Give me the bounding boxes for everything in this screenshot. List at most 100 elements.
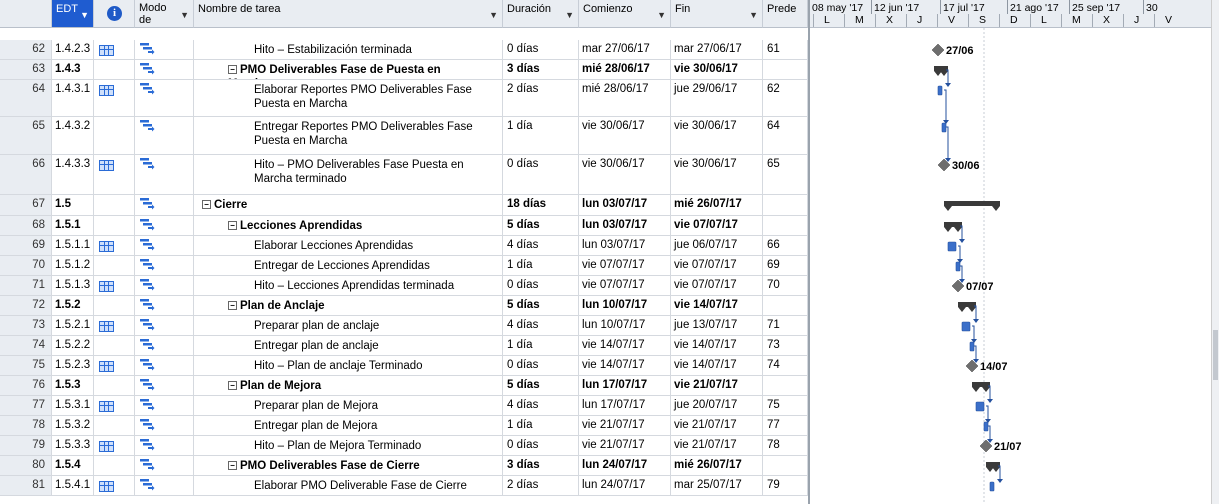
start-cell[interactable]: lun 17/07/17 <box>579 376 671 395</box>
start-cell[interactable]: mié 28/06/17 <box>579 60 671 79</box>
table-row[interactable]: 73 1.5.2.1 Preparar plan de anclaje 4 días l… <box>0 316 808 336</box>
duration-cell[interactable]: 18 días <box>503 195 579 215</box>
start-cell[interactable]: vie 14/07/17 <box>579 336 671 355</box>
edt-cell[interactable]: 1.5.1.1 <box>52 236 114 255</box>
task-name-cell[interactable]: Elaborar Lecciones Aprendidas <box>194 236 503 255</box>
predecessor-cell[interactable]: 73 <box>763 336 808 355</box>
duration-cell[interactable]: 2 días <box>503 476 579 495</box>
mode-cell[interactable] <box>135 236 194 255</box>
duration-cell[interactable]: 4 días <box>503 236 579 255</box>
vertical-scrollbar[interactable] <box>1211 0 1219 504</box>
row-number[interactable]: 79 <box>0 436 52 455</box>
finish-cell[interactable]: vie 21/07/17 <box>671 436 763 455</box>
chevron-down-icon[interactable]: ▼ <box>565 10 574 20</box>
task-name-cell[interactable]: Hito – PMO Deliverables Fase Puesta en M… <box>194 155 503 194</box>
duration-cell[interactable]: 0 días <box>503 356 579 375</box>
task-name-cell[interactable]: Preparar plan de Mejora <box>194 396 503 415</box>
start-cell[interactable]: lun 03/07/17 <box>579 216 671 235</box>
task-name-cell[interactable]: Hito – Lecciones Aprendidas terminada <box>194 276 503 295</box>
column-header-indicators[interactable]: i <box>94 0 135 28</box>
indicator-cell[interactable] <box>94 40 135 59</box>
mode-cell[interactable] <box>135 216 194 235</box>
table-row[interactable]: 69 1.5.1.1 Elaborar Lecciones Aprendidas 4 … <box>0 236 808 256</box>
indicator-cell[interactable] <box>94 117 135 154</box>
start-cell[interactable]: mié 28/06/17 <box>579 80 671 116</box>
predecessor-cell[interactable]: 74 <box>763 356 808 375</box>
indicator-cell[interactable] <box>94 195 135 215</box>
table-row[interactable]: 65 1.4.3.2 Entregar Reportes PMO Deliverab… <box>0 117 808 155</box>
task-name-cell[interactable]: −PMO Deliverables Fase de Puesta en Marc… <box>194 60 503 79</box>
indicator-cell[interactable] <box>94 356 135 375</box>
start-cell[interactable]: vie 07/07/17 <box>579 276 671 295</box>
task-name-cell[interactable]: − Plan de Anclaje <box>194 296 503 315</box>
edt-cell[interactable]: 1.4.3 <box>52 60 94 79</box>
predecessor-cell[interactable]: 69 <box>763 256 808 275</box>
indicator-cell[interactable] <box>94 376 135 395</box>
predecessor-cell[interactable]: 61 <box>763 40 808 59</box>
finish-cell[interactable]: mar 27/06/17 <box>671 40 763 59</box>
collapse-toggle-icon[interactable]: − <box>202 200 211 209</box>
finish-cell[interactable]: vie 21/07/17 <box>671 376 763 395</box>
task-name-cell[interactable]: Hito – Estabilización terminada <box>194 40 503 59</box>
finish-cell[interactable]: vie 07/07/17 <box>671 256 763 275</box>
row-number[interactable]: 78 <box>0 416 52 435</box>
column-header-edt[interactable]: EDT ▼ <box>52 0 94 28</box>
indicator-cell[interactable] <box>94 276 135 295</box>
row-number[interactable]: 80 <box>0 456 52 475</box>
table-row[interactable]: 79 1.5.3.3 Hito – Plan de Mejora Terminado… <box>0 436 808 456</box>
start-cell[interactable]: vie 30/06/17 <box>579 155 671 194</box>
duration-cell[interactable]: 1 día <box>503 416 579 435</box>
finish-cell[interactable]: mar 25/07/17 <box>671 476 763 495</box>
predecessor-cell[interactable] <box>763 456 808 475</box>
predecessor-cell[interactable]: 66 <box>763 236 808 255</box>
finish-cell[interactable]: vie 30/06/17 <box>671 155 763 194</box>
chevron-down-icon[interactable]: ▼ <box>749 10 758 20</box>
start-cell[interactable]: lun 17/07/17 <box>579 396 671 415</box>
task-name-cell[interactable]: Preparar plan de anclaje <box>194 316 503 335</box>
start-cell[interactable]: lun 03/07/17 <box>579 236 671 255</box>
collapse-toggle-icon[interactable]: − <box>228 221 237 230</box>
mode-cell[interactable] <box>135 336 194 355</box>
edt-cell[interactable]: 1.5.1 <box>52 216 94 235</box>
duration-cell[interactable]: 0 días <box>503 40 579 59</box>
mode-cell[interactable] <box>135 60 194 79</box>
edt-cell[interactable]: 1.5.4.1 <box>52 476 114 495</box>
predecessor-cell[interactable]: 77 <box>763 416 808 435</box>
row-number[interactable]: 72 <box>0 296 52 315</box>
chevron-down-icon[interactable]: ▼ <box>180 10 189 20</box>
indicator-cell[interactable] <box>94 216 135 235</box>
task-name-cell[interactable]: Entregar plan de anclaje <box>194 336 503 355</box>
duration-cell[interactable]: 1 día <box>503 117 579 154</box>
table-row[interactable]: 62 1.4.2.3 Hito – Estabilización terminada… <box>0 40 808 60</box>
row-number[interactable]: 74 <box>0 336 52 355</box>
duration-cell[interactable]: 0 días <box>503 436 579 455</box>
table-row[interactable]: 64 1.4.3.1 Elaborar Reportes PMO Deliverab… <box>0 80 808 117</box>
indicator-cell[interactable] <box>94 416 135 435</box>
duration-cell[interactable]: 5 días <box>503 216 579 235</box>
mode-cell[interactable] <box>135 296 194 315</box>
start-cell[interactable]: lun 24/07/17 <box>579 456 671 475</box>
row-number[interactable]: 62 <box>0 40 52 59</box>
finish-cell[interactable]: mié 26/07/17 <box>671 195 763 215</box>
finish-cell[interactable]: vie 21/07/17 <box>671 416 763 435</box>
scrollbar-thumb[interactable] <box>1213 330 1218 380</box>
duration-cell[interactable]: 3 días <box>503 456 579 475</box>
mode-cell[interactable] <box>135 396 194 415</box>
task-name-cell[interactable]: Hito – Plan de Mejora Terminado <box>194 436 503 455</box>
table-row[interactable]: 78 1.5.3.2 Entregar plan de Mejora 1 día vie… <box>0 416 808 436</box>
edt-cell[interactable]: 1.5.1.2 <box>52 256 94 275</box>
indicator-cell[interactable] <box>94 236 135 255</box>
row-number[interactable]: 81 <box>0 476 52 495</box>
indicator-cell[interactable] <box>94 436 135 455</box>
table-row[interactable]: 71 1.5.1.3 Hito – Lecciones Aprendidas ter… <box>0 276 808 296</box>
row-number[interactable]: 65 <box>0 117 52 154</box>
column-header-start[interactable]: Comienzo ▼ <box>579 0 671 28</box>
mode-cell[interactable] <box>135 356 194 375</box>
edt-cell[interactable]: 1.5.3.2 <box>52 416 94 435</box>
mode-cell[interactable] <box>135 436 194 455</box>
indicator-cell[interactable] <box>94 296 135 315</box>
duration-cell[interactable]: 0 días <box>503 276 579 295</box>
row-number[interactable]: 67 <box>0 195 52 215</box>
row-number[interactable]: 66 <box>0 155 52 194</box>
table-row[interactable]: 63 1.4.3 − PMO Deliverables Fase de Puesta … <box>0 60 808 80</box>
